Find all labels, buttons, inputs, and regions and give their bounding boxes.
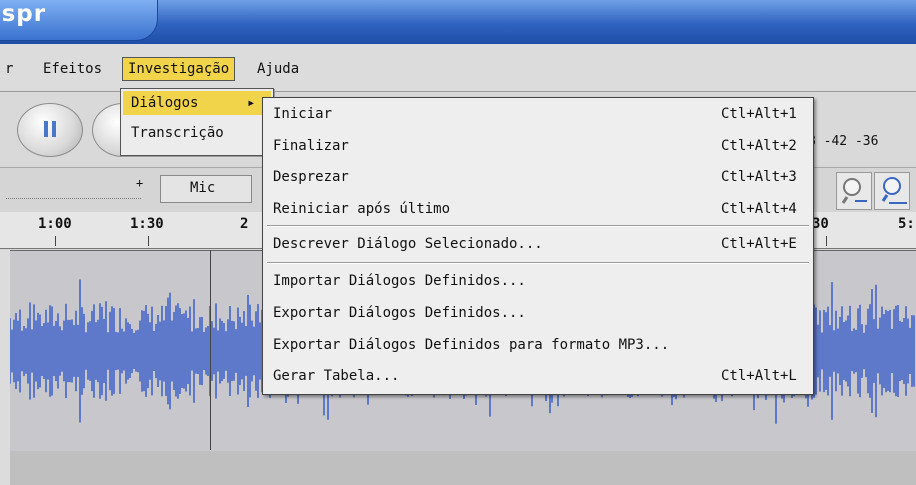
playback-cursor xyxy=(210,250,211,450)
menu-efeitos[interactable]: Efeitos xyxy=(38,58,107,80)
menu-item-exportar-dialogos[interactable]: Exportar Diálogos Definidos... xyxy=(263,298,813,328)
volume-slider[interactable] xyxy=(6,198,141,200)
ruler-tick xyxy=(826,236,827,246)
slider-plus-icon: + xyxy=(136,176,144,190)
menu-item-label: Descrever Diálogo Selecionado... xyxy=(273,236,543,252)
menu-item-label: Iniciar xyxy=(273,106,333,122)
meter-scale-text: 8 -42 -36 xyxy=(808,134,879,149)
menu-item-importar-dialogos[interactable]: Importar Diálogos Definidos... xyxy=(263,266,813,296)
title-bar: espr xyxy=(0,0,916,44)
zoom-in-icon-graphic xyxy=(841,178,867,204)
menu-dialogos-label: Diálogos xyxy=(131,95,199,111)
menu-separator xyxy=(267,225,809,227)
ruler-tick xyxy=(148,236,149,246)
menu-item-desprezar[interactable]: Desprezar Ctl+Alt+3 xyxy=(263,162,813,192)
menu-item-finalizar[interactable]: Finalizar Ctl+Alt+2 xyxy=(263,131,813,161)
menu-ajuda[interactable]: Ajuda xyxy=(252,58,304,80)
ruler-tick-label: 1:30 xyxy=(130,216,164,232)
window-title: espr xyxy=(0,1,47,27)
dialogos-submenu: Iniciar Ctl+Alt+1 Finalizar Ctl+Alt+2 De… xyxy=(262,97,814,395)
menu-item-label: Reiniciar após último xyxy=(273,201,451,217)
menu-item-partial[interactable]: r xyxy=(0,58,18,80)
empty-track-area[interactable] xyxy=(10,451,916,485)
submenu-arrow-icon: ▸ xyxy=(247,95,256,111)
pause-button[interactable] xyxy=(17,103,83,157)
menu-bar: r Efeitos Investigação Ajuda xyxy=(0,44,916,92)
menu-item-shortcut: Ctl+Alt+E xyxy=(721,236,797,252)
menu-item-label: Exportar Diálogos Definidos para formato… xyxy=(273,337,670,353)
pause-icon xyxy=(44,121,58,137)
zoom-fit-icon-graphic xyxy=(881,177,907,204)
menu-item-label: Exportar Diálogos Definidos... xyxy=(273,305,526,321)
menu-item-descrever-dialogo[interactable]: Descrever Diálogo Selecionado... Ctl+Alt… xyxy=(263,229,813,259)
input-source-label: Mic xyxy=(190,180,216,196)
ruler-tick-label: 30 xyxy=(812,216,829,232)
menu-transcricao[interactable]: Transcrição xyxy=(123,121,224,145)
menu-investigacao[interactable]: Investigação xyxy=(122,57,236,81)
menu-item-shortcut: Ctl+Alt+3 xyxy=(721,169,797,185)
menu-item-reiniciar[interactable]: Reiniciar após último Ctl+Alt+4 xyxy=(263,194,813,224)
menu-item-label: Gerar Tabela... xyxy=(273,368,400,384)
menu-item-shortcut: Ctl+Alt+4 xyxy=(721,201,797,217)
menu-item-label: Desprezar xyxy=(273,169,349,185)
menu-item-shortcut: Ctl+Alt+1 xyxy=(721,106,797,122)
zoom-in-icon[interactable] xyxy=(836,172,872,210)
ruler-tick-label: 1:00 xyxy=(38,216,72,232)
ruler-tick-label: 2 xyxy=(240,216,249,232)
menu-separator xyxy=(267,262,809,264)
menu-item-iniciar[interactable]: Iniciar Ctl+Alt+1 xyxy=(263,99,813,129)
menu-item-shortcut: Ctl+Alt+2 xyxy=(721,138,797,154)
menu-item-label: Importar Diálogos Definidos... xyxy=(273,273,526,289)
ruler-tick-label: 5: xyxy=(898,216,915,232)
menu-dialogos[interactable]: Diálogos ▸ xyxy=(123,91,271,115)
menu-transcricao-label: Transcrição xyxy=(131,125,224,141)
investigacao-menu: Diálogos ▸ Transcrição xyxy=(120,88,274,156)
zoom-fit-icon[interactable] xyxy=(874,172,910,210)
menu-item-shortcut: Ctl+Alt+L xyxy=(721,368,797,384)
ruler-tick xyxy=(55,236,56,246)
menu-item-gerar-tabela[interactable]: Gerar Tabela... Ctl+Alt+L xyxy=(263,361,813,391)
window-title-tab: espr xyxy=(0,0,158,41)
menu-item-exportar-mp3[interactable]: Exportar Diálogos Definidos para formato… xyxy=(263,330,813,360)
menu-item-label: Finalizar xyxy=(273,138,349,154)
